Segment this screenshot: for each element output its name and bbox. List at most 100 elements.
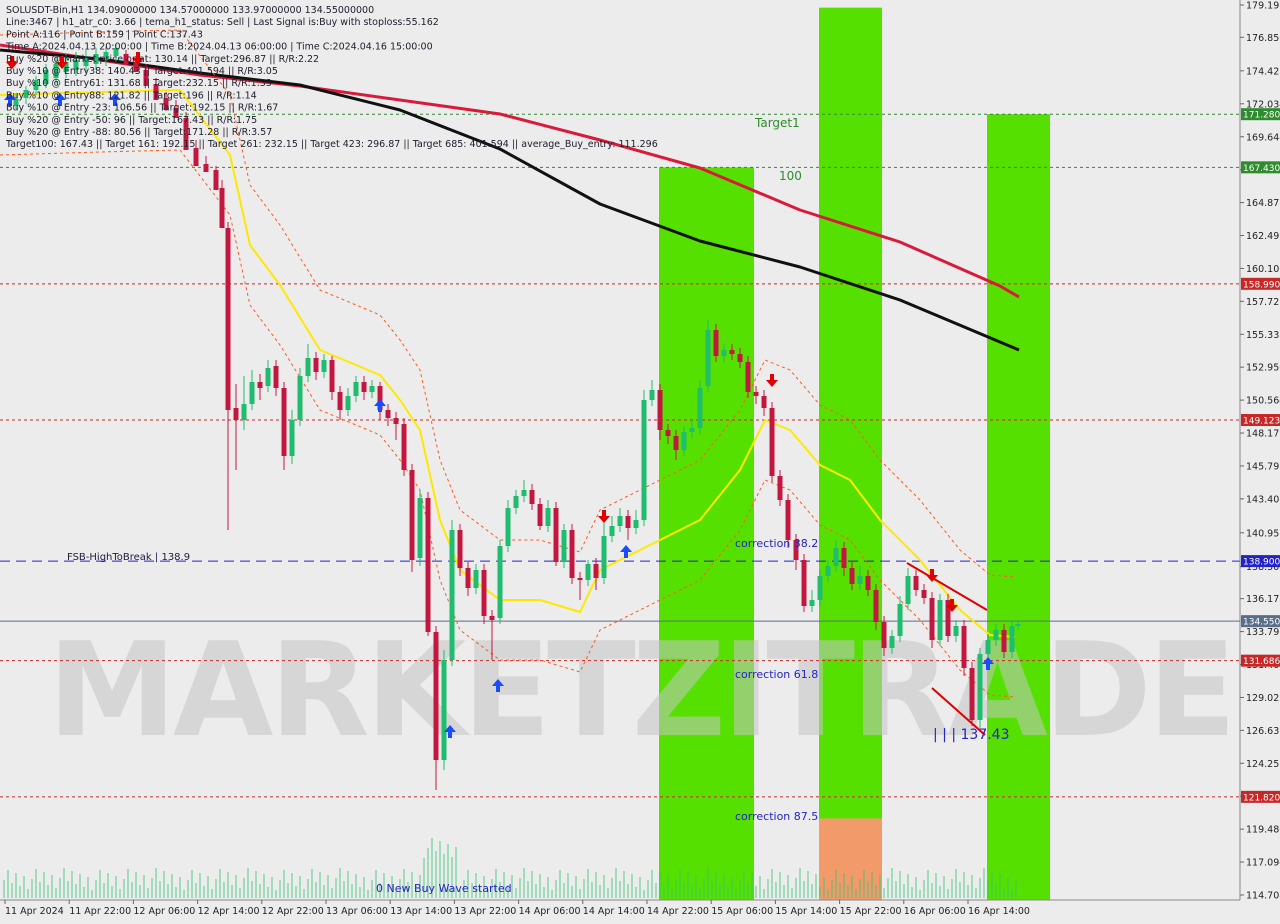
- x-tick-label-14: 16 Apr 06:00: [904, 906, 966, 917]
- candle-bull: [497, 546, 503, 618]
- y-tick-label-2: 174.423: [1246, 66, 1280, 77]
- candle-bear: [865, 576, 871, 590]
- candle-bear: [393, 418, 399, 424]
- candle-bear: [713, 330, 719, 356]
- candle-bull: [905, 576, 911, 604]
- candle-bull: [897, 604, 903, 636]
- info-line-1: Line:3467 | h1_atr_c0: 3.66 | tema_h1_st…: [6, 17, 439, 28]
- candle-bull: [721, 350, 727, 356]
- candle-bull: [441, 660, 447, 760]
- candle-bear: [401, 424, 407, 470]
- y-tick-label-6: 164.878: [1246, 198, 1280, 209]
- price-badge-label-3: 149.123: [1243, 417, 1280, 427]
- y-tick-label-26: 117.094: [1246, 858, 1280, 869]
- candle-bull: [241, 404, 247, 420]
- y-tick-label-21: 129.022: [1246, 693, 1280, 704]
- candle-bull: [977, 654, 983, 720]
- y-tick-label-13: 148.179: [1246, 429, 1280, 440]
- candle-bear: [849, 568, 855, 584]
- target1-label: Target1: [754, 116, 800, 130]
- candle-bear: [881, 622, 887, 648]
- candle-bear: [361, 382, 367, 392]
- candle-bear: [481, 570, 487, 616]
- candle-bear: [593, 564, 599, 578]
- price-chart[interactable]: MARKETZITRADE Target1 100 FSB-HighToBrea…: [0, 0, 1280, 920]
- info-line-10: Buy %20 @ Entry -88: 80.56 || Target:171…: [6, 127, 272, 138]
- price-badge-label-2: 158.990: [1243, 280, 1280, 290]
- candle-bull: [585, 564, 591, 580]
- x-tick-label-8: 14 Apr 06:00: [519, 906, 581, 917]
- candle-bull: [513, 496, 519, 508]
- candle-bull: [473, 570, 479, 588]
- y-tick-label-22: 126.636: [1246, 726, 1280, 737]
- y-tick-label-7: 162.493: [1246, 231, 1280, 242]
- candle-bear: [273, 366, 279, 388]
- x-tick-label-2: 12 Apr 06:00: [133, 906, 195, 917]
- candle-bull: [857, 576, 863, 584]
- candle-bull: [809, 600, 815, 606]
- chart-window: MARKETZITRADE Target1 100 FSB-HighToBrea…: [0, 0, 1280, 920]
- candle-bear: [203, 164, 209, 172]
- candle-bear: [329, 360, 335, 392]
- candle-bull: [825, 566, 831, 576]
- candle-bear: [337, 392, 343, 410]
- y-tick-label-16: 140.951: [1246, 528, 1280, 539]
- candle-bear: [529, 490, 535, 504]
- y-tick-label-19: 133.793: [1246, 627, 1280, 638]
- candle-bull: [305, 358, 311, 376]
- candle-bear: [577, 578, 583, 580]
- candle-bull: [833, 548, 839, 566]
- y-tick-label-8: 160.106: [1246, 264, 1280, 275]
- y-tick-label-12: 150.564: [1246, 396, 1280, 407]
- y-tick-label-23: 124.251: [1246, 759, 1280, 770]
- candle-bull: [449, 530, 455, 660]
- y-tick-label-1: 176.850: [1246, 33, 1280, 44]
- x-tick-label-4: 12 Apr 22:00: [262, 906, 324, 917]
- info-line-0: SOLUSDT-Bin,H1 134.09000000 134.57000000…: [6, 5, 374, 16]
- candle-bull: [993, 630, 999, 640]
- y-tick-label-14: 145.793: [1246, 461, 1280, 472]
- candle-bear: [801, 560, 807, 606]
- candle-bull: [649, 390, 655, 400]
- candle-bull: [345, 396, 351, 410]
- candle-bull: [321, 360, 327, 372]
- x-tick-label-11: 15 Apr 06:00: [711, 906, 773, 917]
- y-tick-label-9: 157.721: [1246, 297, 1280, 308]
- zone-green-2: [987, 114, 1050, 901]
- point-c-label: | | | 137.43: [933, 727, 1010, 743]
- candle-bear: [777, 476, 783, 500]
- candle-bull: [609, 526, 615, 536]
- fsb-label: FSB-HighToBreak | 138.9: [67, 552, 190, 563]
- candle-bear: [745, 362, 751, 392]
- candle-bear: [219, 188, 225, 228]
- candle-bull: [937, 600, 943, 640]
- candle-bull: [521, 490, 527, 496]
- info-line-11: Target100: 167.43 || Target 161: 192.15 …: [5, 139, 658, 150]
- price-badge-label-7: 121.820: [1243, 793, 1280, 803]
- y-tick-label-0: 179.191: [1246, 1, 1280, 12]
- candle-bull: [505, 508, 511, 546]
- x-tick-label-6: 13 Apr 14:00: [390, 906, 452, 917]
- candle-bull: [985, 640, 991, 654]
- candle-bear: [257, 382, 263, 388]
- candle-bear: [1001, 630, 1007, 652]
- candle-bull: [417, 498, 423, 558]
- x-tick-label-10: 14 Apr 22:00: [647, 906, 709, 917]
- candle-bear: [969, 668, 975, 720]
- candle-bull: [353, 382, 359, 396]
- candle-bull: [1015, 624, 1021, 626]
- candle-bear: [409, 470, 415, 560]
- watermark-text: MARKETZITRADE: [47, 614, 1232, 766]
- candle-bear: [281, 388, 287, 456]
- candle-bull: [1009, 626, 1015, 652]
- y-tick-label-10: 155.335: [1246, 330, 1280, 341]
- candle-bear: [213, 170, 219, 190]
- info-line-8: Buy %10 @ Entry -23: 106.56 || Target:19…: [6, 103, 278, 114]
- candle-bear: [489, 616, 495, 620]
- x-tick-label-13: 15 Apr 22:00: [840, 906, 902, 917]
- candle-bear: [425, 498, 431, 632]
- price-badge-label-1: 167.430: [1243, 164, 1280, 174]
- x-tick-label-9: 14 Apr 14:00: [583, 906, 645, 917]
- correction-87-label: correction 87.5: [735, 810, 818, 823]
- candle-bear: [313, 358, 319, 372]
